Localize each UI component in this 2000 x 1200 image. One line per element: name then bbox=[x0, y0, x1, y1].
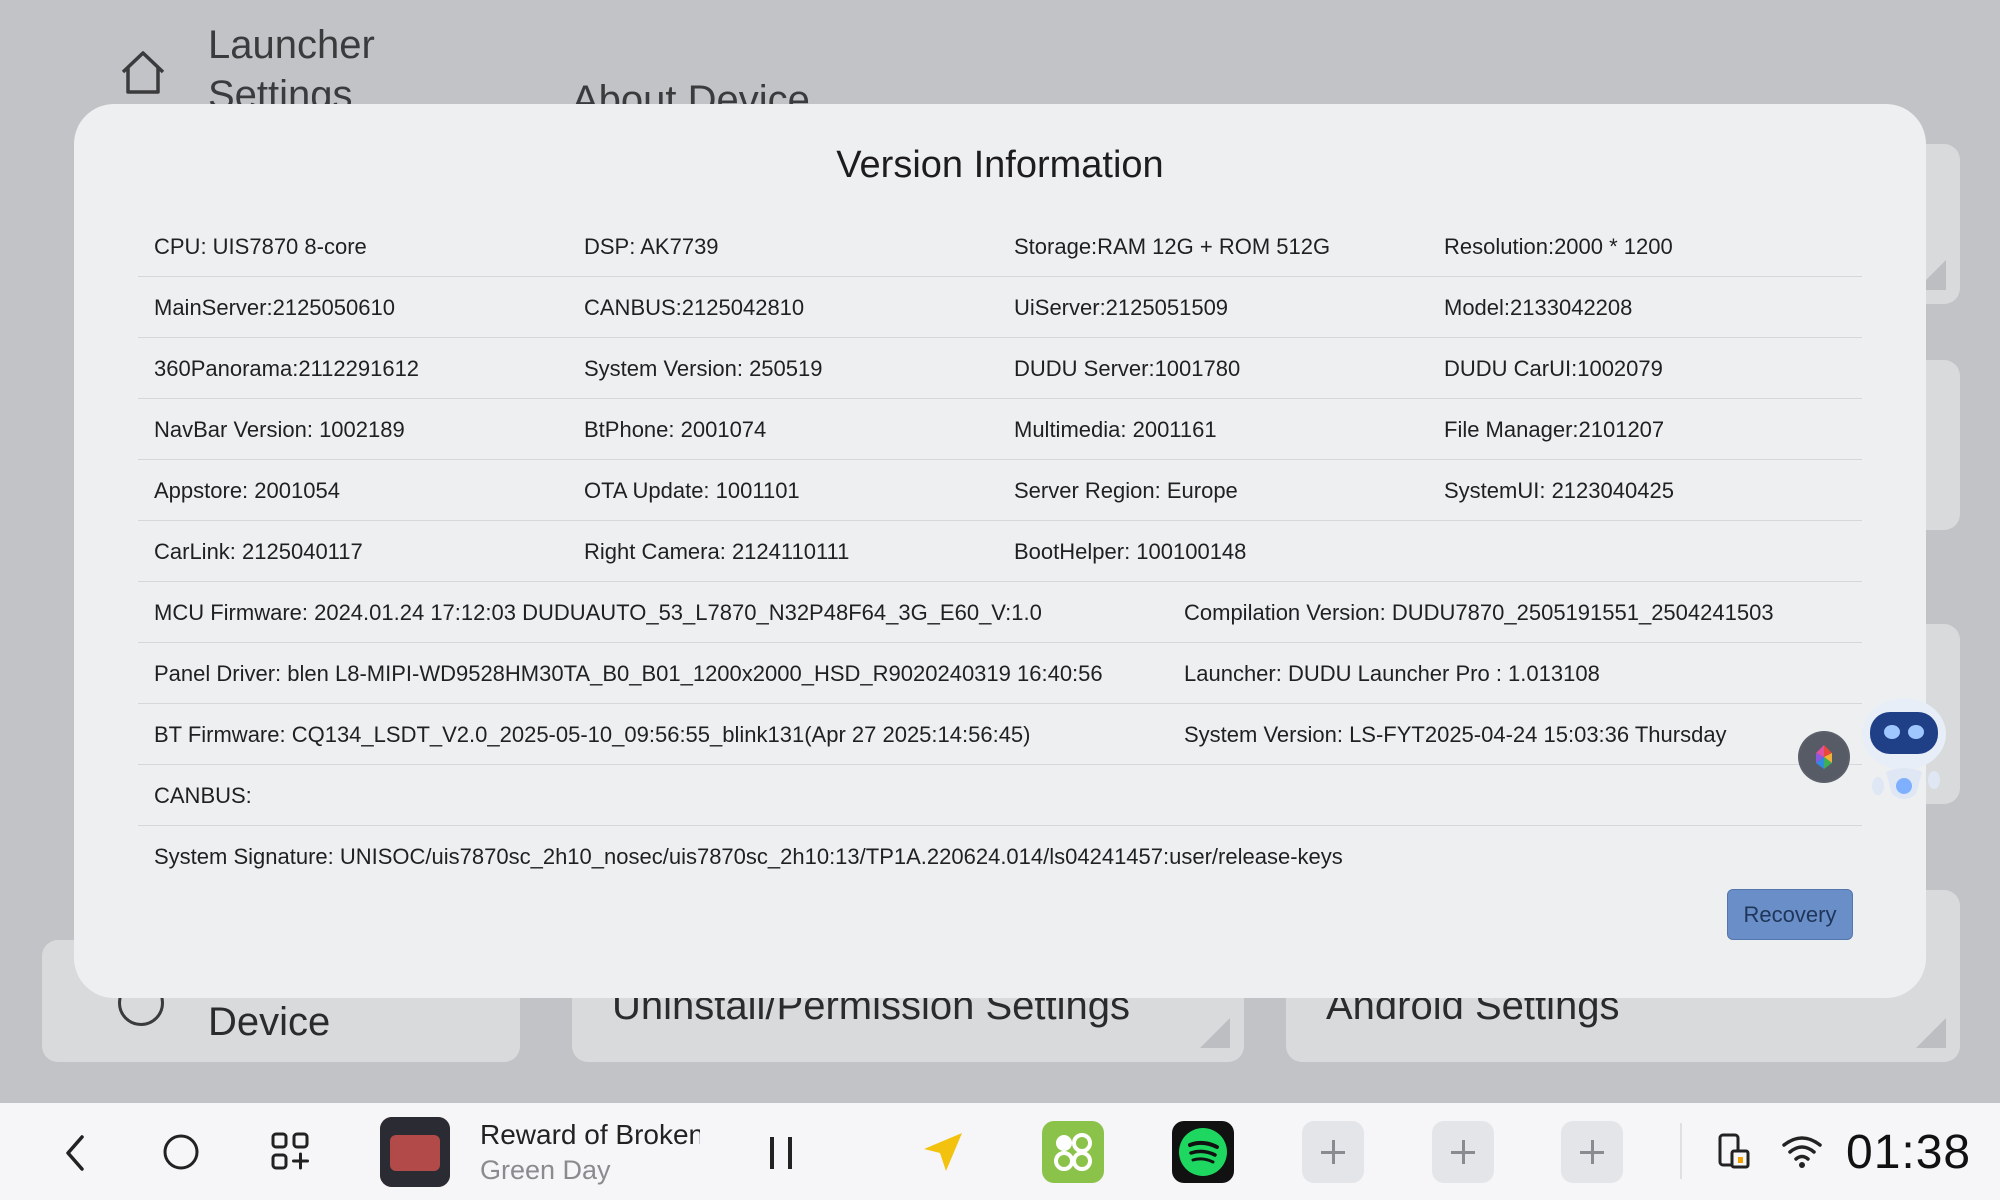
card-corner bbox=[1916, 1018, 1946, 1048]
info-cell: DUDU Server:1001780 bbox=[1014, 356, 1241, 381]
settings-header: Launcher Settings About Device bbox=[0, 0, 2000, 122]
info-cell: NavBar Version: 1002189 bbox=[154, 417, 405, 442]
info-cell: BootHelper: 100100148 bbox=[1014, 539, 1247, 564]
info-cell: BtPhone: 2001074 bbox=[584, 417, 767, 442]
table-row: NavBar Version: 1002189 BtPhone: 2001074… bbox=[138, 399, 1862, 460]
app-launcher-green-icon[interactable] bbox=[1042, 1121, 1104, 1183]
info-cell: System Signature: UNISOC/uis7870sc_2h10_… bbox=[154, 844, 1343, 869]
info-cell: Resolution:2000 * 1200 bbox=[1444, 234, 1673, 259]
clock: 01:38 bbox=[1846, 1126, 1972, 1179]
now-playing-title: Reward of Broken Dreams bbox=[480, 1119, 700, 1150]
table-row: CarLink: 2125040117 Right Camera: 212411… bbox=[138, 521, 1862, 582]
home-icon[interactable] bbox=[118, 48, 168, 96]
info-cell: MCU Firmware: 2024.01.24 17:12:03 DUDUAU… bbox=[154, 600, 1042, 625]
table-row: Appstore: 2001054 OTA Update: 1001101 Se… bbox=[138, 460, 1862, 521]
table-row: Panel Driver: blen L8-MIPI-WD9528HM30TA_… bbox=[138, 643, 1862, 704]
version-info-dialog: Version Information CPU: UIS7870 8-core … bbox=[74, 104, 1926, 998]
info-cell: Launcher: DUDU Launcher Pro : 1.013108 bbox=[1184, 661, 1600, 686]
now-playing-artist: Green Day bbox=[480, 1155, 611, 1185]
robot-assistant-icon[interactable] bbox=[1856, 694, 1952, 814]
info-cell: File Manager:2101207 bbox=[1444, 417, 1665, 442]
info-cell: DUDU CarUI:1002079 bbox=[1444, 356, 1663, 381]
version-table: CPU: UIS7870 8-core DSP: AK7739 Storage:… bbox=[138, 216, 1862, 887]
info-cell: Storage:RAM 12G + ROM 512G bbox=[1014, 234, 1331, 259]
info-cell: Appstore: 2001054 bbox=[154, 478, 340, 503]
info-cell: CPU: UIS7870 8-core bbox=[154, 234, 367, 259]
app-grid-icon[interactable] bbox=[270, 1131, 310, 1171]
add-app-slot-3[interactable] bbox=[1561, 1121, 1623, 1183]
wifi-icon[interactable] bbox=[1780, 1133, 1824, 1169]
info-cell: CANBUS:2125042810 bbox=[584, 295, 805, 320]
info-cell: OTA Update: 1001101 bbox=[584, 478, 800, 503]
info-cell: Right Camera: 2124110111 bbox=[584, 539, 850, 564]
info-cell: BT Firmware: CQ134_LSDT_V2.0_2025-05-10_… bbox=[154, 722, 1031, 747]
card-corner bbox=[1200, 1018, 1230, 1048]
navigation-arrow-icon[interactable] bbox=[918, 1129, 968, 1175]
colorwheel-icon bbox=[1800, 733, 1848, 781]
recovery-button[interactable]: Recovery bbox=[1727, 889, 1853, 940]
phone-battery-icon[interactable] bbox=[1716, 1131, 1752, 1171]
album-art[interactable] bbox=[380, 1117, 450, 1187]
spotify-icon[interactable] bbox=[1172, 1121, 1234, 1183]
home-circle-icon[interactable] bbox=[162, 1133, 200, 1171]
table-row: MCU Firmware: 2024.01.24 17:12:03 DUDUAU… bbox=[138, 582, 1862, 643]
table-row: System Signature: UNISOC/uis7870sc_2h10_… bbox=[138, 826, 1862, 887]
info-cell: Server Region: Europe bbox=[1014, 478, 1238, 503]
bottom-navbar: Reward of Broken Dreams Green Day bbox=[0, 1103, 2000, 1200]
pause-icon[interactable] bbox=[766, 1133, 796, 1173]
add-app-slot-2[interactable] bbox=[1432, 1121, 1494, 1183]
info-cell: Multimedia: 2001161 bbox=[1014, 417, 1217, 442]
table-row: BT Firmware: CQ134_LSDT_V2.0_2025-05-10_… bbox=[138, 704, 1862, 765]
info-cell: System Version: 250519 bbox=[584, 356, 823, 381]
info-cell: System Version: LS-FYT2025-04-24 15:03:3… bbox=[1184, 722, 1727, 747]
dialog-title: Version Information bbox=[836, 144, 1164, 186]
device-card-label: Device bbox=[208, 1000, 331, 1044]
floating-assistant-icon[interactable] bbox=[1798, 731, 1850, 783]
info-cell: DSP: AK7739 bbox=[584, 234, 719, 259]
info-cell: SystemUI: 2123040425 bbox=[1444, 478, 1674, 503]
info-cell: MainServer:2125050610 bbox=[154, 295, 395, 320]
back-icon[interactable] bbox=[60, 1133, 90, 1173]
info-cell: UiServer:2125051509 bbox=[1014, 295, 1229, 320]
info-cell: CANBUS: bbox=[154, 783, 252, 808]
table-row: CPU: UIS7870 8-core DSP: AK7739 Storage:… bbox=[138, 216, 1862, 277]
info-cell: 360Panorama:2112291612 bbox=[154, 356, 420, 381]
info-cell: Model:2133042208 bbox=[1444, 295, 1633, 320]
table-row: CANBUS: bbox=[138, 765, 1862, 826]
navbar-divider bbox=[1680, 1123, 1682, 1179]
info-cell: Panel Driver: blen L8-MIPI-WD9528HM30TA_… bbox=[154, 661, 1103, 686]
info-cell: CarLink: 2125040117 bbox=[154, 539, 363, 564]
info-cell: Compilation Version: DUDU7870_2505191551… bbox=[1184, 600, 1774, 625]
add-app-slot-1[interactable] bbox=[1302, 1121, 1364, 1183]
table-row: MainServer:2125050610 CANBUS:2125042810 … bbox=[138, 277, 1862, 338]
table-row: 360Panorama:2112291612 System Version: 2… bbox=[138, 338, 1862, 399]
